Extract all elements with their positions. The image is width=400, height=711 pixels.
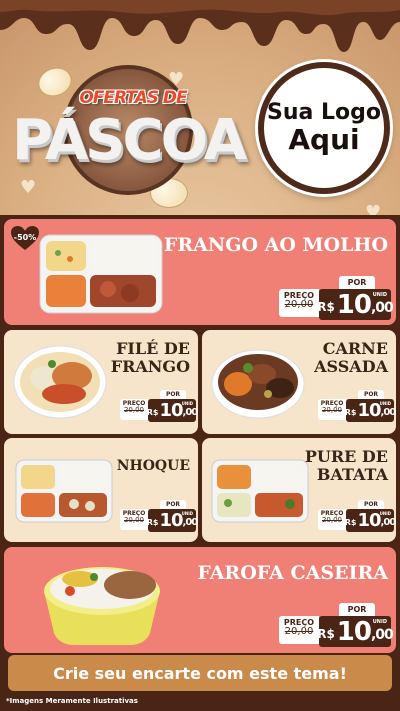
old-price: PREÇO 20,00 (318, 399, 346, 420)
bowl-farofa-icon (44, 567, 160, 645)
price-decimal: ,00 (182, 517, 198, 528)
price-por-label: POR (339, 603, 375, 616)
product-card-frango-ao-molho[interactable]: -50% FRANGO AO MOLHO POR PREÇO 20,00 R$ … (4, 219, 396, 325)
title-ofertas: OFERTAS DE (79, 88, 187, 108)
currency-symbol: R$ (146, 518, 159, 527)
product-name: CARNE ASSADA (314, 339, 388, 377)
price-integer: 10 (159, 400, 183, 421)
price-integer: 10 (336, 289, 372, 320)
product-name: NHOQUE (116, 458, 190, 474)
header-banner: ♥ ♥ ♥ OFERTAS DE PÁSCOA Sua Logo Aqui (0, 0, 400, 215)
currency-symbol: R$ (317, 627, 335, 641)
price-integer: 10 (336, 616, 372, 647)
unit-label: UNID (181, 511, 193, 516)
marmita-nhoque-icon (15, 459, 113, 523)
new-price: R$ 10 ,00 UNID (344, 509, 396, 532)
old-price-value: 20,00 (284, 626, 314, 638)
logo-text-line2: Aqui (288, 122, 360, 156)
unit-label: UNID (181, 401, 193, 406)
product-card-file-de-frango[interactable]: FILÉ DE FRANGO POR PREÇO 20,00 R$ 10 ,00… (4, 330, 198, 434)
old-price-value: 20,00 (284, 299, 314, 311)
price-tag: POR PREÇO 20,00 R$ 10 ,00 UNID (120, 500, 198, 532)
price-por-label: POR (358, 500, 384, 509)
title-pascoa: PÁSCOA (11, 108, 247, 173)
price-integer: 10 (159, 510, 183, 531)
old-price: PREÇO 20,00 (120, 509, 148, 530)
price-decimal: ,00 (380, 517, 396, 528)
currency-symbol: R$ (317, 300, 335, 314)
price-tag: POR PREÇO 20,00 R$ 10 ,00 UNID (318, 500, 396, 532)
currency-symbol: R$ (344, 408, 357, 417)
product-card-carne-assada[interactable]: CARNE ASSADA POR PREÇO 20,00 R$ 10 ,00 U… (202, 330, 396, 434)
price-por-label: POR (160, 500, 186, 509)
old-price: PREÇO 20,00 (318, 509, 346, 530)
easter-title: OFERTAS DE PÁSCOA (8, 60, 258, 200)
product-name: FRANGO AO MOLHO (163, 234, 388, 256)
old-price: PREÇO 20,00 (279, 616, 319, 644)
price-integer: 10 (357, 400, 381, 421)
price-por-label: POR (160, 390, 186, 399)
product-card-pure-de-batata[interactable]: PURE DE BATATA POR PREÇO 20,00 R$ 10 ,00… (202, 438, 396, 542)
product-name: PURE DE BATATA (304, 447, 388, 485)
old-price: PREÇO 20,00 (120, 399, 148, 420)
marmita-frango-molho-icon (39, 234, 163, 314)
old-price-value: 20,00 (321, 516, 343, 525)
unit-label: UNID (372, 619, 387, 625)
price-tag: POR PREÇO 20,00 R$ 10 ,00 UNID (279, 276, 394, 320)
create-flyer-button[interactable]: Crie seu encarte com este tema! (8, 655, 392, 691)
heart-icon: ♥ (365, 202, 382, 216)
price-decimal: ,00 (370, 626, 394, 643)
old-price-value: 20,00 (321, 406, 343, 415)
price-decimal: ,00 (182, 407, 198, 418)
old-price: PREÇO 20,00 (279, 289, 319, 317)
discount-badge-label: -50% (13, 232, 37, 242)
discount-badge: -50% (10, 225, 40, 251)
old-price-value: 20,00 (123, 406, 145, 415)
disclaimer-text: *Imagens Meramente Ilustrativas (6, 697, 138, 705)
new-price: R$ 10 ,00 UNID (146, 509, 198, 532)
bowl-carne-assada-icon (211, 349, 305, 419)
new-price: R$ 10 ,00 UNID (317, 289, 394, 320)
unit-label: UNID (372, 292, 387, 298)
product-name: FILÉ DE FRANGO (110, 339, 190, 377)
old-price-value: 20,00 (123, 516, 145, 525)
new-price: R$ 10 ,00 UNID (146, 399, 198, 422)
logo-placeholder[interactable]: Sua Logo Aqui (258, 62, 390, 194)
price-por-label: POR (339, 276, 375, 289)
price-tag: POR PREÇO 20,00 R$ 10 ,00 UNID (318, 390, 396, 422)
price-decimal: ,00 (370, 299, 394, 316)
new-price: R$ 10 ,00 UNID (344, 399, 396, 422)
product-name: FAROFA CASEIRA (197, 562, 388, 584)
unit-label: UNID (379, 401, 391, 406)
unit-label: UNID (379, 511, 391, 516)
product-card-farofa-caseira[interactable]: FAROFA CASEIRA POR PREÇO 20,00 R$ 10 ,00… (4, 547, 396, 653)
currency-symbol: R$ (146, 408, 159, 417)
price-por-label: POR (358, 390, 384, 399)
new-price: R$ 10 ,00 UNID (317, 616, 394, 647)
logo-text-line1: Sua Logo (266, 99, 381, 125)
product-card-nhoque[interactable]: NHOQUE POR PREÇO 20,00 R$ 10 ,00 UNID (4, 438, 198, 542)
price-integer: 10 (357, 510, 381, 531)
bowl-file-frango-icon (13, 345, 107, 419)
price-tag: POR PREÇO 20,00 R$ 10 ,00 UNID (279, 603, 394, 647)
currency-symbol: R$ (344, 518, 357, 527)
price-decimal: ,00 (380, 407, 396, 418)
price-tag: POR PREÇO 20,00 R$ 10 ,00 UNID (120, 390, 198, 422)
marmita-pure-batata-icon (211, 459, 309, 523)
